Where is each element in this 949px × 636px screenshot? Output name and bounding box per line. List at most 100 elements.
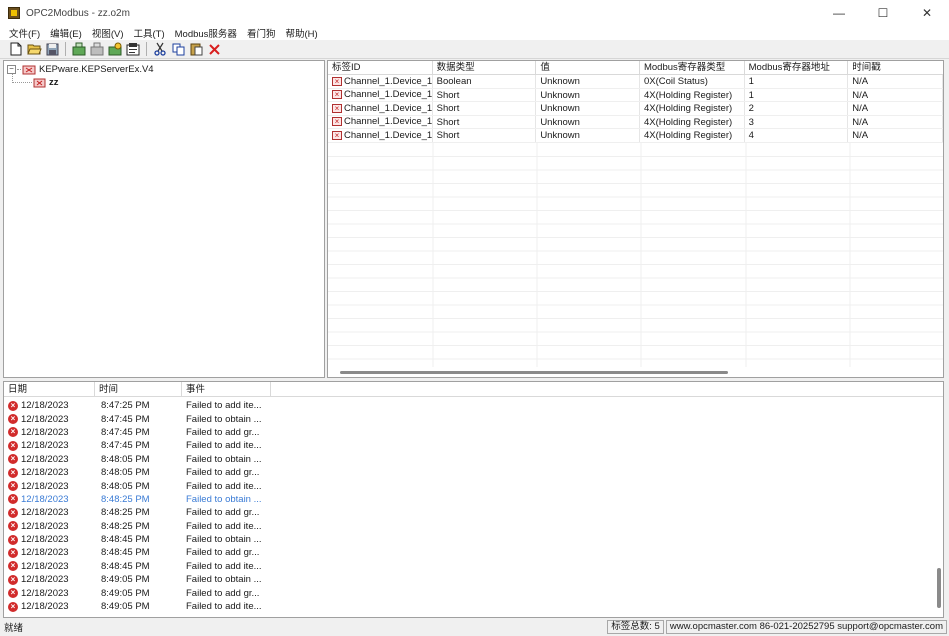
tag-grid[interactable]: 标签ID 数据类型 值 Modbus寄存器类型 Modbus寄存器地址 时间戳 …	[327, 60, 944, 378]
server-tree[interactable]: − KEPware.KEPServerEx.V4 zz	[3, 60, 325, 378]
log-row[interactable]: × 12/18/2023 8:47:45 PM Failed to add ite..…	[4, 439, 943, 452]
error-icon: ×	[8, 588, 18, 599]
tag-error-icon: ×	[332, 130, 342, 140]
cell-time: 8:48:05 PM	[101, 467, 150, 479]
group-icon	[33, 77, 46, 88]
cell-event: Failed to obtain ...	[186, 493, 262, 505]
maximize-button[interactable]: ☐	[861, 0, 905, 26]
cell-value: Unknown	[536, 88, 640, 101]
log-row[interactable]: × 12/18/2023 8:49:05 PM Failed to obtain ..…	[4, 573, 943, 586]
cell-time: 8:47:45 PM	[101, 413, 150, 425]
error-icon: ×	[8, 574, 18, 585]
column-header-event[interactable]: 事件	[182, 382, 271, 397]
log-row[interactable]: × 12/18/2023 8:48:45 PM Failed to add ite..…	[4, 560, 943, 573]
table-row[interactable]: × Channel_1.Device_1... Short Unknown 4X(…	[328, 129, 943, 143]
cell-event: Failed to add gr...	[186, 467, 260, 479]
cell-date: × 12/18/2023	[4, 534, 95, 545]
properties-icon[interactable]	[125, 41, 141, 57]
add-server-icon[interactable]	[71, 41, 87, 57]
cell-time: 8:48:25 PM	[101, 507, 150, 519]
log-row[interactable]: × 12/18/2023 8:48:25 PM Failed to obtain ..…	[4, 493, 943, 506]
vertical-scrollbar[interactable]	[937, 568, 941, 608]
horizontal-scrollbar[interactable]	[328, 369, 943, 377]
menu-modbus-server[interactable]: Modbus服务器	[170, 26, 242, 40]
cell-date: × 12/18/2023	[4, 400, 95, 411]
cell-event: Failed to add gr...	[186, 547, 260, 559]
window-title: OPC2Modbus - zz.o2m	[26, 7, 130, 19]
log-row[interactable]: × 12/18/2023 8:48:25 PM Failed to add gr...	[4, 506, 943, 519]
event-log[interactable]: 日期 时间 事件 × 12/18/2023 8:47:25 PM Failed to …	[3, 381, 944, 618]
tree-connector	[17, 68, 21, 70]
tag-error-icon: ×	[332, 117, 342, 127]
menu-help[interactable]: 帮助(H)	[280, 26, 322, 40]
log-row[interactable]: × 12/18/2023 8:48:05 PM Failed to add ite..…	[4, 479, 943, 492]
tag-grid-header: 标签ID 数据类型 值 Modbus寄存器类型 Modbus寄存器地址 时间戳	[328, 61, 943, 75]
paste-icon[interactable]	[188, 41, 204, 57]
column-header-time[interactable]: 时间	[95, 382, 182, 397]
delete-icon[interactable]	[206, 41, 222, 57]
copy-icon[interactable]	[170, 41, 186, 57]
cell-value: Unknown	[536, 102, 640, 115]
column-header-register-type[interactable]: Modbus寄存器类型	[640, 61, 745, 75]
cell-value: Unknown	[536, 115, 640, 128]
error-icon: ×	[8, 481, 18, 492]
new-file-icon[interactable]	[8, 41, 24, 57]
column-header-register-address[interactable]: Modbus寄存器地址	[745, 61, 849, 75]
cell-value: Unknown	[536, 75, 640, 88]
cell-date: × 12/18/2023	[4, 414, 95, 425]
table-row[interactable]: × Channel_1.Device_1... Boolean Unknown 0…	[328, 75, 943, 89]
log-row[interactable]: × 12/18/2023 8:47:45 PM Failed to obtain ..…	[4, 412, 943, 425]
save-icon[interactable]	[44, 41, 60, 57]
cell-date: × 12/18/2023	[4, 481, 95, 492]
menu-view[interactable]: 视图(V)	[87, 26, 129, 40]
error-icon: ×	[8, 521, 18, 532]
cell-time: 8:48:45 PM	[101, 560, 150, 572]
add-group-icon[interactable]	[89, 41, 105, 57]
tree-expander[interactable]: −	[7, 64, 16, 74]
log-row[interactable]: × 12/18/2023 8:49:05 PM Failed to add gr...	[4, 586, 943, 599]
table-row[interactable]: × Channel_1.Device_1... Short Unknown 4X(…	[328, 88, 943, 102]
log-row[interactable]: × 12/18/2023 8:48:45 PM Failed to add gr...	[4, 546, 943, 559]
cell-date: × 12/18/2023	[4, 454, 95, 465]
column-header-value[interactable]: 值	[536, 61, 640, 75]
cell-event: Failed to obtain ...	[186, 534, 262, 546]
column-header-date[interactable]: 日期	[4, 382, 95, 397]
scrollbar-thumb[interactable]	[340, 371, 728, 374]
tree-node-group[interactable]: zz	[33, 76, 59, 88]
tag-grid-body: × Channel_1.Device_1... Boolean Unknown 0…	[328, 75, 943, 143]
column-header-timestamp[interactable]: 时间戳	[848, 61, 943, 75]
table-row[interactable]: × Channel_1.Device_1... Short Unknown 4X(…	[328, 115, 943, 129]
close-button[interactable]: ✕	[905, 0, 949, 26]
open-folder-icon[interactable]	[26, 41, 42, 57]
cell-date: × 12/18/2023	[4, 427, 95, 438]
log-row[interactable]: × 12/18/2023 8:48:05 PM Failed to obtain ..…	[4, 453, 943, 466]
table-row[interactable]: × Channel_1.Device_1... Short Unknown 4X(…	[328, 102, 943, 116]
column-header-tag-id[interactable]: 标签ID	[328, 61, 433, 75]
menu-file[interactable]: 文件(F)	[4, 26, 45, 40]
log-row[interactable]: × 12/18/2023 8:47:25 PM Failed to add ite..…	[4, 399, 943, 412]
add-item-icon[interactable]	[107, 41, 123, 57]
error-icon: ×	[8, 507, 18, 518]
log-row[interactable]: × 12/18/2023 8:47:45 PM Failed to add gr...	[4, 426, 943, 439]
column-header-data-type[interactable]: 数据类型	[433, 61, 537, 75]
cell-time: 8:49:05 PM	[101, 587, 150, 599]
error-icon: ×	[8, 440, 18, 451]
log-row[interactable]: × 12/18/2023 8:48:25 PM Failed to add ite..…	[4, 520, 943, 533]
error-icon: ×	[8, 427, 18, 438]
event-log-body: × 12/18/2023 8:47:25 PM Failed to add ite..…	[4, 399, 943, 613]
cell-event: Failed to obtain ...	[186, 453, 262, 465]
cell-register-address: 1	[745, 75, 849, 88]
log-row[interactable]: × 12/18/2023 8:49:05 PM Failed to add ite..…	[4, 600, 943, 613]
cell-time: 8:49:05 PM	[101, 574, 150, 586]
menu-tools[interactable]: 工具(T)	[128, 26, 169, 40]
log-row[interactable]: × 12/18/2023 8:48:45 PM Failed to obtain ..…	[4, 533, 943, 546]
log-row[interactable]: × 12/18/2023 8:48:05 PM Failed to add gr...	[4, 466, 943, 479]
cell-date: × 12/18/2023	[4, 588, 95, 599]
error-icon: ×	[8, 467, 18, 478]
cut-icon[interactable]	[152, 41, 168, 57]
menu-watchdog[interactable]: 看门狗	[242, 26, 281, 40]
error-icon: ×	[8, 454, 18, 465]
minimize-button[interactable]: —	[817, 0, 861, 26]
tree-node-server[interactable]: − KEPware.KEPServerEx.V4	[7, 63, 154, 75]
menu-edit[interactable]: 编辑(E)	[45, 26, 87, 40]
